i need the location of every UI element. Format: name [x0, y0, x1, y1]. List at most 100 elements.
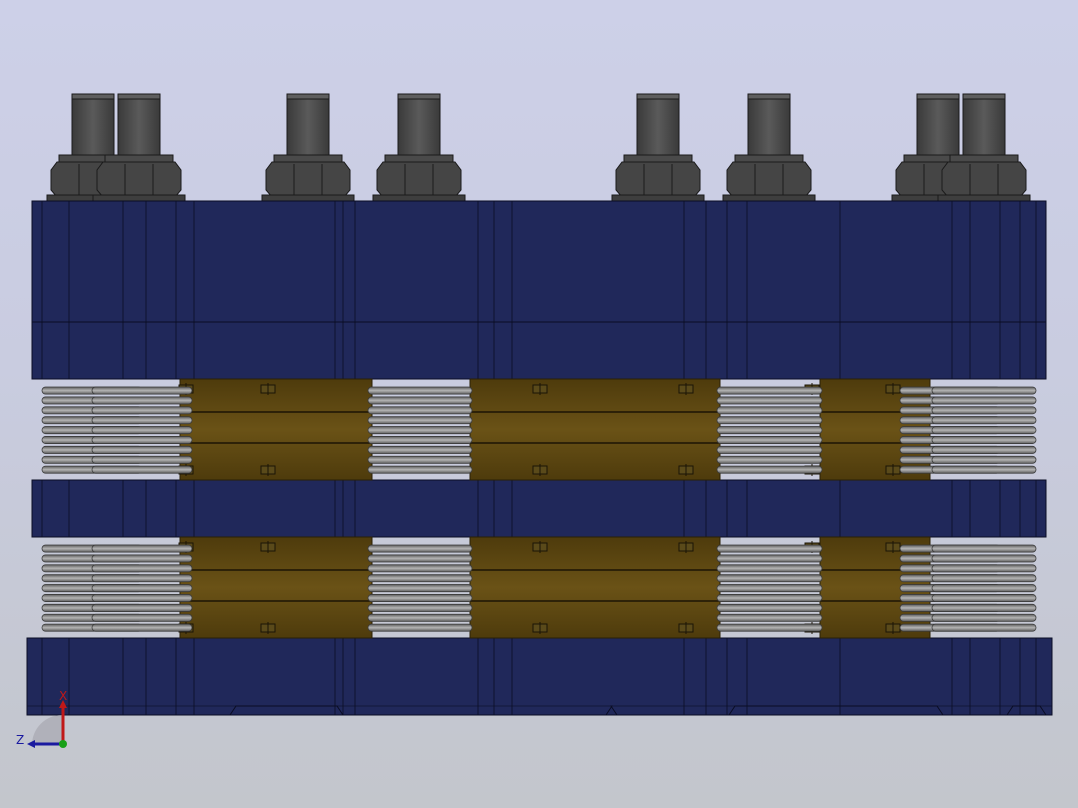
spring-coil — [716, 554, 823, 563]
bolt-chamfer — [71, 93, 115, 100]
spring-coil — [367, 455, 473, 464]
spring-coil — [716, 584, 823, 593]
spring-coil — [931, 445, 1037, 454]
triad-quadrant — [32, 715, 62, 745]
bolt-shank — [397, 93, 441, 159]
hex-nut — [726, 161, 812, 198]
base-washer — [261, 194, 355, 202]
spring-coil — [91, 544, 193, 553]
base-washer — [937, 194, 1031, 202]
spring-coil — [367, 613, 473, 622]
x-axis-label: X — [59, 689, 67, 703]
hex-nut — [96, 161, 182, 198]
spring-coil — [91, 455, 193, 464]
spring-coil — [367, 396, 473, 405]
spring-coil — [716, 436, 823, 444]
guide-bushing — [469, 378, 721, 481]
hex-nut — [265, 161, 351, 198]
spring-coil — [91, 623, 193, 632]
upper-clamp-plate — [31, 321, 1047, 380]
spring-coil — [91, 445, 193, 454]
graphics-viewport[interactable]: X Z — [0, 0, 1078, 808]
bolt-chamfer — [117, 93, 161, 100]
spring-coil — [367, 584, 473, 593]
spring-coil — [91, 396, 193, 405]
spring-coil — [367, 436, 473, 444]
spring-coil — [91, 574, 193, 583]
spring-coil — [716, 386, 823, 395]
bolt-chamfer — [397, 93, 441, 100]
spring-coil — [91, 554, 193, 563]
spring-coil — [931, 406, 1037, 415]
spring-coil — [931, 603, 1037, 612]
spring-coil — [931, 396, 1037, 405]
spring-coil — [931, 436, 1037, 444]
spring-coil — [91, 416, 193, 425]
bolt-shank — [962, 93, 1006, 159]
spring-coil — [91, 594, 193, 602]
spring-coil — [91, 436, 193, 444]
bolt-shank — [916, 93, 960, 159]
spring-coil — [367, 416, 473, 425]
z-axis-label: Z — [16, 733, 24, 747]
base-washer — [372, 194, 466, 202]
bolt-chamfer — [636, 93, 680, 100]
cad-model-view[interactable]: X Z — [0, 0, 1078, 808]
spring-coil — [931, 386, 1037, 395]
spring-coil — [367, 426, 473, 435]
spring-coil — [367, 445, 473, 454]
spring-coil — [367, 603, 473, 612]
spring-coil — [716, 426, 823, 435]
spring-coil — [91, 386, 193, 395]
spring-coil — [716, 406, 823, 415]
hex-nut — [941, 161, 1027, 198]
spring-coil — [91, 465, 193, 474]
spring-coil — [716, 613, 823, 622]
spring-coil — [716, 455, 823, 464]
spring-coil — [931, 613, 1037, 622]
y-axis-origin-dot — [59, 740, 67, 748]
spring-coil — [367, 554, 473, 563]
guide-bushing — [469, 536, 721, 639]
spring-coil — [91, 564, 193, 573]
bolt-shank — [286, 93, 330, 159]
spring-coil — [931, 426, 1037, 435]
base-washer — [722, 194, 816, 202]
base-plate — [26, 637, 1053, 716]
spring-coil — [367, 594, 473, 602]
spring-coil — [91, 426, 193, 435]
bolt-chamfer — [747, 93, 791, 100]
bolt-shank — [71, 93, 115, 159]
spring-coil — [716, 594, 823, 602]
hex-nut — [376, 161, 462, 198]
base-washer — [92, 194, 186, 202]
spring-coil — [931, 623, 1037, 632]
guide-bushing — [179, 378, 373, 481]
spring-coil — [716, 416, 823, 425]
hex-nut — [615, 161, 701, 198]
spring-coil — [931, 554, 1037, 563]
bolt-chamfer — [916, 93, 960, 100]
spring-coil — [91, 406, 193, 415]
bolt-group — [46, 93, 1031, 202]
spring-coil — [931, 465, 1037, 474]
spring-coil — [716, 564, 823, 573]
spring-coil — [931, 416, 1037, 425]
bolt-chamfer — [962, 93, 1006, 100]
spring-coil — [716, 544, 823, 553]
guide-bushing — [179, 536, 373, 639]
spring-coil — [91, 584, 193, 593]
spring-coil — [716, 603, 823, 612]
bolt-shank — [636, 93, 680, 159]
spring-coil — [716, 574, 823, 583]
top-plate — [31, 200, 1047, 324]
spring-coil — [716, 623, 823, 632]
bolt-chamfer — [286, 93, 330, 100]
spring-coil — [367, 465, 473, 474]
spring-coil — [91, 613, 193, 622]
spring-coil — [931, 544, 1037, 553]
spring-coil — [367, 406, 473, 415]
spring-coil — [931, 564, 1037, 573]
spring-coil — [716, 465, 823, 474]
spring-coil — [931, 584, 1037, 593]
